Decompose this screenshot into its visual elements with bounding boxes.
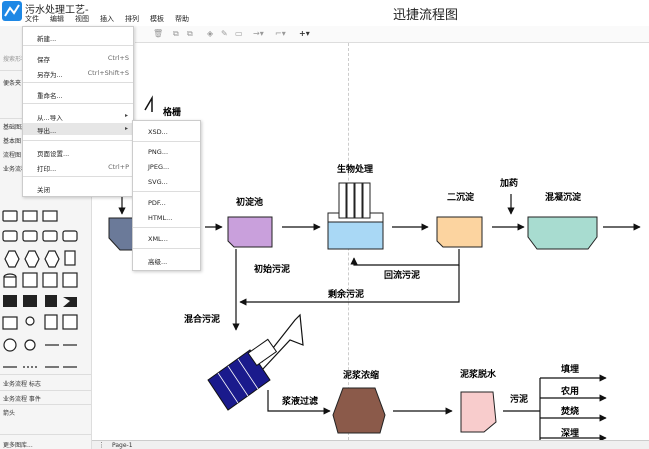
shadow-icon[interactable]: ▭ (235, 29, 243, 38)
menu-item-close[interactable]: 关闭 (37, 184, 50, 194)
menu-view[interactable]: 视图 (75, 14, 94, 24)
export-jpeg[interactable]: JPEG... (148, 163, 169, 171)
tab-page-1[interactable]: Page-1 (112, 442, 133, 449)
toolbar: 🗑 ⧉ ⧉ ◈ ✎ ▭ →▾ ⌐▾ +▾ (135, 26, 649, 43)
export-png[interactable]: PNG... (148, 148, 168, 156)
app-logo-icon (2, 1, 22, 21)
menu-item-page-setup[interactable]: 页面设置... (37, 148, 69, 158)
sidebar-section-notes[interactable]: 便条夹 (3, 78, 21, 87)
menu-edit[interactable]: 编辑 (50, 14, 69, 24)
menu-template[interactable]: 模板 (150, 14, 169, 24)
menu-item-save[interactable]: 保存 (37, 54, 50, 64)
export-html[interactable]: HTML... (148, 214, 172, 222)
menu-arrange[interactable]: 排列 (125, 14, 144, 24)
file-menu: 新建... 保存 Ctrl+S 另存为... Ctrl+Shift+S 重命名.… (22, 26, 134, 197)
app-title: 迅捷流程图 (393, 8, 459, 23)
export-xsd[interactable]: XSD... (148, 128, 168, 136)
shape-palette[interactable] (1, 207, 89, 397)
menu-insert[interactable]: 插入 (100, 14, 119, 24)
menu-item-import[interactable]: 从...导入 (37, 112, 63, 122)
sidebar-section-business-sign[interactable]: 业务流程 标志 (3, 379, 41, 388)
to-back-icon[interactable]: ⧉ (187, 29, 193, 39)
fill-color-icon[interactable]: ◈ (207, 29, 213, 38)
menu-item-save-as[interactable]: 另存为... (37, 69, 63, 79)
sidebar-section-basic[interactable]: 基本图 (3, 136, 21, 145)
more-shapes-link[interactable]: 更多图库... (3, 440, 33, 449)
submenu-arrow-icon: ▸ (124, 112, 128, 119)
page-guide (348, 43, 349, 440)
menu-bar: 文件 编辑 视图 插入 排列 模板 帮助 (25, 14, 200, 24)
shortcut-save: Ctrl+S (107, 54, 129, 62)
shortcut-save-as: Ctrl+Shift+S (87, 69, 129, 77)
export-submenu: XSD... PNG... JPEG... SVG... PDF... HTML… (132, 120, 201, 271)
menu-item-new[interactable]: 新建... (37, 33, 56, 43)
title-bar: 污水处理工艺- 文件 编辑 视图 插入 排列 模板 帮助 迅捷流程图 (0, 0, 649, 26)
menu-help[interactable]: 帮助 (175, 14, 194, 24)
waypoints-icon[interactable]: ⌐▾ (275, 29, 286, 38)
page-tabs-bar: ⋮ Page-1 (92, 440, 649, 449)
menu-file[interactable]: 文件 (25, 14, 44, 24)
export-svg[interactable]: SVG... (148, 178, 168, 186)
delete-icon[interactable]: 🗑 (153, 29, 163, 38)
line-color-icon[interactable]: ✎ (221, 29, 228, 38)
menu-item-print[interactable]: 打印... (37, 163, 56, 173)
shortcut-print: Ctrl+P (108, 163, 129, 171)
export-xml[interactable]: XML... (148, 235, 168, 243)
export-pdf[interactable]: PDF... (148, 199, 166, 207)
menu-item-export[interactable]: 导出... (37, 125, 56, 135)
submenu-arrow-icon: ▸ (124, 125, 128, 132)
menu-item-rename[interactable]: 重命名... (37, 90, 63, 100)
connection-icon[interactable]: →▾ (253, 29, 264, 38)
sidebar-section-business-event[interactable]: 业务流程 事件 (3, 394, 41, 403)
export-advanced[interactable]: 高级... (148, 256, 167, 266)
to-front-icon[interactable]: ⧉ (173, 29, 179, 39)
sidebar-section-flowchart[interactable]: 流程图 (3, 150, 21, 159)
sidebar-section-arrows[interactable]: 箭头 (3, 408, 15, 417)
insert-icon[interactable]: +▾ (299, 29, 310, 38)
page-menu-icon[interactable]: ⋮ (98, 441, 105, 449)
